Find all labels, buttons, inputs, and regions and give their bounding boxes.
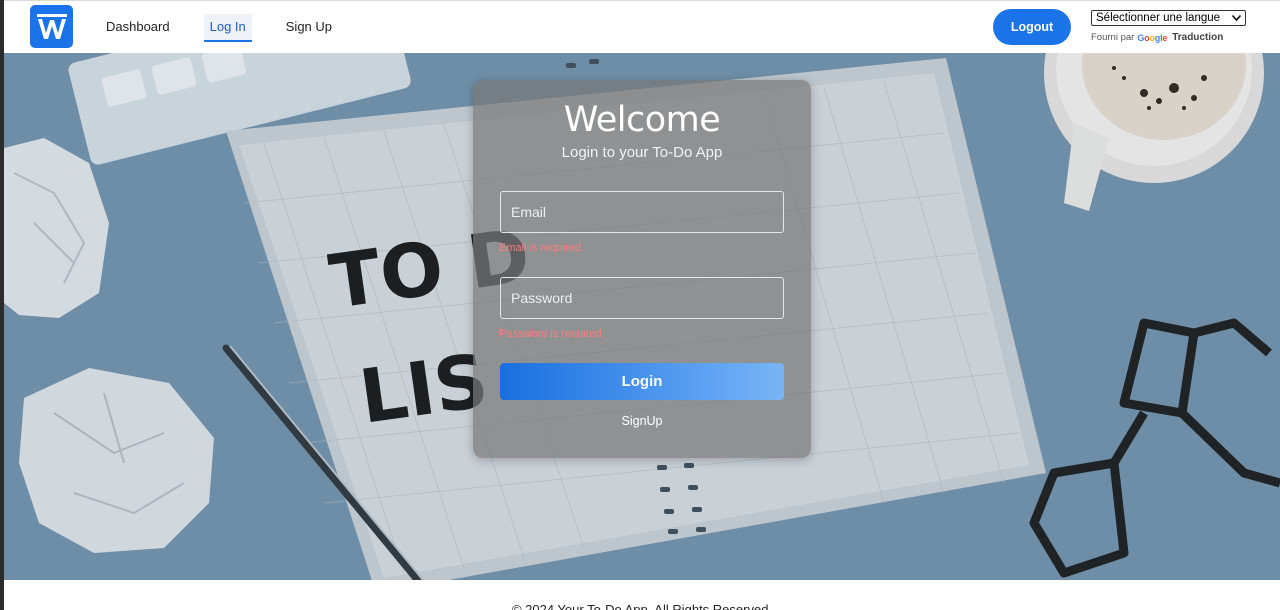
app-logo[interactable] bbox=[30, 5, 73, 48]
login-button[interactable]: Login bbox=[500, 363, 784, 400]
logo-w-icon bbox=[36, 13, 67, 39]
nav-link-dashboard[interactable]: Dashboard bbox=[106, 14, 170, 42]
signup-link[interactable]: SignUp bbox=[473, 414, 811, 428]
page-title: Welcome bbox=[563, 100, 721, 140]
email-field[interactable] bbox=[500, 191, 784, 233]
logout-button[interactable]: Logout bbox=[993, 9, 1071, 45]
chevron-down-icon bbox=[1232, 15, 1241, 21]
translate-attribution: Fourni par Google Traduction bbox=[1091, 32, 1246, 43]
footer: © 2024 Your To-Do App. All Rights Reserv… bbox=[4, 580, 1280, 610]
login-card: Welcome Login to your To-Do App Email is… bbox=[473, 80, 811, 458]
powered-by-label: Fourni par bbox=[1091, 32, 1135, 43]
password-error-message: Password is required. bbox=[499, 328, 605, 340]
footer-copyright: © 2024 Your To-Do App. All Rights Reserv… bbox=[511, 602, 773, 610]
language-select[interactable]: Sélectionner une langue bbox=[1091, 10, 1246, 26]
email-error-message: Email is required. bbox=[499, 242, 584, 254]
password-field[interactable] bbox=[500, 277, 784, 319]
google-logo-icon: Google bbox=[1137, 32, 1168, 43]
page: Dashboard Log In Sign Up Logout Sélectio… bbox=[0, 0, 1280, 610]
top-navbar: Dashboard Log In Sign Up Logout Sélectio… bbox=[4, 0, 1280, 53]
nav-link-signup[interactable]: Sign Up bbox=[286, 14, 332, 42]
page-subtitle: Login to your To-Do App bbox=[561, 144, 723, 161]
hero-section: TO D LIS Welcome Login to your To-Do App… bbox=[4, 53, 1280, 580]
traduction-link[interactable]: Traduction bbox=[1172, 32, 1223, 43]
language-select-value: Sélectionner une langue bbox=[1096, 12, 1221, 24]
nav-link-login[interactable]: Log In bbox=[203, 14, 252, 42]
google-translate-widget: Sélectionner une langue Fourni par Googl… bbox=[1091, 10, 1246, 43]
nav-links: Dashboard Log In Sign Up bbox=[106, 14, 332, 42]
